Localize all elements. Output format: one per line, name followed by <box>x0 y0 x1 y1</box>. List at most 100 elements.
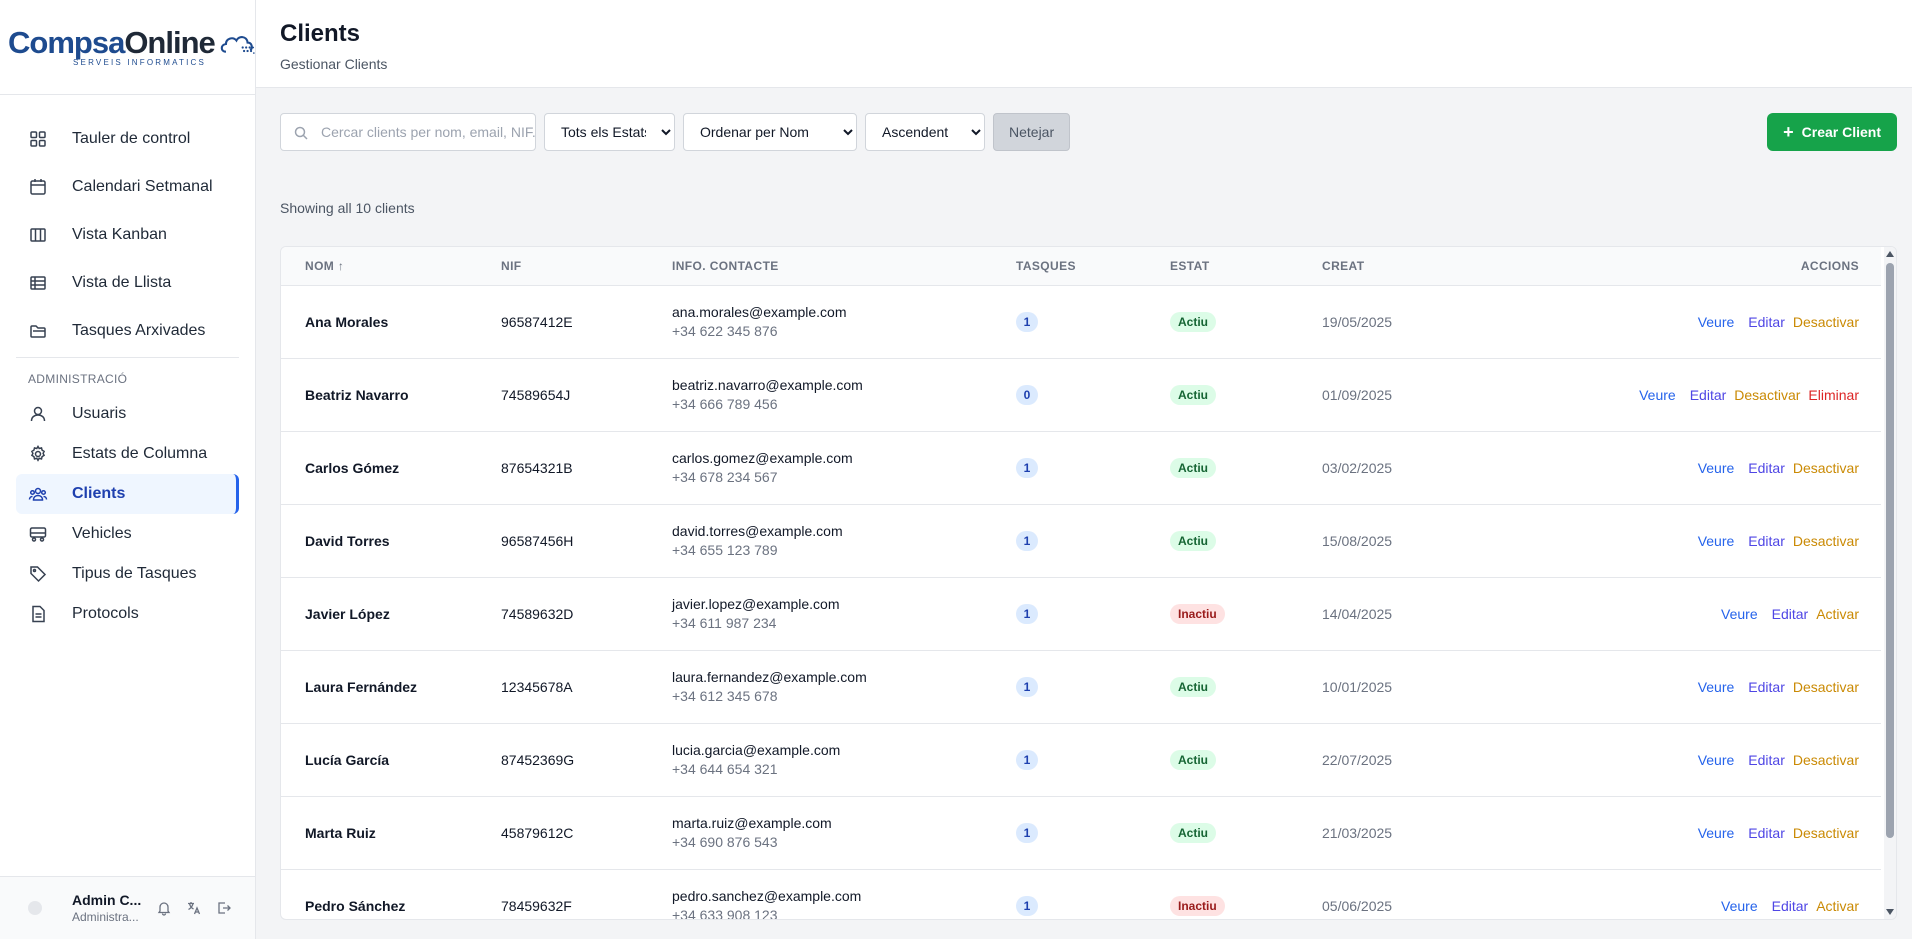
user-role: Administra... <box>72 910 139 924</box>
deactivate-button[interactable]: Desactivar <box>1793 533 1859 549</box>
status-badge: Actiu <box>1170 676 1216 697</box>
sidebar-item-label: Tauler de control <box>72 130 191 147</box>
activate-button[interactable]: Activar <box>1816 898 1859 914</box>
view-button[interactable]: Veure <box>1698 825 1735 841</box>
client-phone: +34 612 345 678 <box>672 688 778 704</box>
deactivate-button[interactable]: Desactivar <box>1793 460 1859 476</box>
client-nif: 74589654J <box>501 358 672 432</box>
bell-icon[interactable] <box>156 900 172 916</box>
view-button[interactable]: Veure <box>1698 752 1735 768</box>
sidebar: CompsaOnline SERVEIS INFORMATICS Tauler … <box>0 0 256 939</box>
client-email: beatriz.navarro@example.com <box>672 377 863 393</box>
table-row: Lucía García 87452369G lucia.garcia@exampl… <box>281 723 1881 797</box>
edit-button[interactable]: Editar <box>1690 387 1727 403</box>
view-button[interactable]: Veure <box>1698 679 1735 695</box>
clients-table: NOM ↑ NIF INFO. CONTACTE TASQUES ESTAT C… <box>280 246 1897 920</box>
client-email: pedro.sanchez@example.com <box>672 888 862 904</box>
created-date: 10/01/2025 <box>1322 650 1522 724</box>
view-button[interactable]: Veure <box>1639 387 1676 403</box>
avatar[interactable] <box>28 901 42 915</box>
sidebar-item-archived[interactable]: Tasques Arxivades <box>0 307 255 355</box>
created-date: 19/05/2025 <box>1322 285 1522 359</box>
sidebar-item-protocols[interactable]: Protocols <box>0 594 255 634</box>
view-button[interactable]: Veure <box>1721 898 1758 914</box>
row-actions: Veure Editar Desactivar <box>1522 504 1881 578</box>
edit-button[interactable]: Editar <box>1748 752 1785 768</box>
task-count-badge: 1 <box>1016 457 1038 478</box>
client-phone: +34 690 876 543 <box>672 834 778 850</box>
client-name: Marta Ruiz <box>281 796 501 870</box>
column-header-contact: INFO. CONTACTE <box>672 247 1016 286</box>
edit-button[interactable]: Editar <box>1748 825 1785 841</box>
sidebar-item-users[interactable]: Usuaris <box>0 394 255 434</box>
client-phone: +34 644 654 321 <box>672 761 778 777</box>
translate-icon[interactable] <box>186 900 202 916</box>
row-actions: Veure Editar Desactivar <box>1522 723 1881 797</box>
sidebar-item-calendar[interactable]: Calendari Setmanal <box>0 163 255 211</box>
client-contact: marta.ruiz@example.com +34 690 876 543 <box>672 796 1016 870</box>
edit-button[interactable]: Editar <box>1772 606 1809 622</box>
task-count-badge: 1 <box>1016 530 1038 551</box>
client-phone: +34 611 987 234 <box>672 615 777 631</box>
sidebar-item-list[interactable]: Vista de Llista <box>0 259 255 307</box>
row-actions: Veure Editar Activar <box>1522 869 1881 919</box>
users-icon <box>28 487 48 501</box>
create-client-button[interactable]: + Crear Client <box>1767 113 1897 151</box>
deactivate-button[interactable]: Desactivar <box>1793 752 1859 768</box>
status-badge: Inactiu <box>1170 895 1225 916</box>
tag-icon <box>30 566 47 583</box>
sidebar-item-task-types[interactable]: Tipus de Tasques <box>0 554 255 594</box>
main-nav: Tauler de control Calendari Setmanal Vis… <box>0 95 255 634</box>
sidebar-item-vehicles[interactable]: Vehicles <box>0 514 255 554</box>
scrollbar-thumb[interactable] <box>1886 263 1894 838</box>
client-name: Lucía García <box>281 723 501 797</box>
sidebar-item-label: Tipus de Tasques <box>72 565 197 582</box>
clear-filters-button[interactable]: Netejar <box>993 113 1071 151</box>
scroll-down-arrow-icon[interactable] <box>1886 909 1894 915</box>
client-phone: +34 633 908 123 <box>672 907 778 920</box>
sort-direction-select[interactable]: Ascendent <box>865 113 985 151</box>
edit-button[interactable]: Editar <box>1748 314 1785 330</box>
column-header-tasks: TASQUES <box>1016 247 1170 286</box>
deactivate-button[interactable]: Desactivar <box>1793 825 1859 841</box>
delete-button[interactable]: Eliminar <box>1808 387 1859 403</box>
sidebar-item-column-states[interactable]: Estats de Columna <box>0 434 255 474</box>
column-header-name[interactable]: NOM ↑ <box>281 247 501 286</box>
task-count-badge: 1 <box>1016 895 1038 916</box>
view-button[interactable]: Veure <box>1698 314 1735 330</box>
status-badge: Inactiu <box>1170 603 1225 624</box>
table-row: Ana Morales 96587412E ana.morales@example.… <box>281 285 1881 359</box>
view-button[interactable]: Veure <box>1721 606 1758 622</box>
view-button[interactable]: Veure <box>1698 533 1735 549</box>
table-scrollbar[interactable] <box>1884 247 1896 919</box>
search-icon <box>294 126 308 140</box>
sidebar-item-kanban[interactable]: Vista Kanban <box>0 211 255 259</box>
status-badge: Actiu <box>1170 530 1216 551</box>
sidebar-item-label: Estats de Columna <box>72 445 208 462</box>
logout-icon[interactable] <box>216 900 232 916</box>
deactivate-button[interactable]: Desactivar <box>1793 314 1859 330</box>
sidebar-item-dashboard[interactable]: Tauler de control <box>0 115 255 163</box>
logo[interactable]: CompsaOnline SERVEIS INFORMATICS <box>0 0 255 95</box>
client-nif: 87452369G <box>501 723 672 797</box>
view-button[interactable]: Veure <box>1698 460 1735 476</box>
edit-button[interactable]: Editar <box>1748 679 1785 695</box>
table-row: Carlos Gómez 87654321B carlos.gomez@exampl… <box>281 431 1881 505</box>
search-input[interactable] <box>281 114 535 150</box>
client-name: Laura Fernández <box>281 650 501 724</box>
deactivate-button[interactable]: Desactivar <box>1734 387 1800 403</box>
sort-by-select[interactable]: Ordenar per Nom <box>683 113 857 151</box>
sidebar-item-label: Vista de Llista <box>72 274 172 291</box>
client-email: marta.ruiz@example.com <box>672 815 832 831</box>
status-filter-select[interactable]: Tots els Estats <box>544 113 675 151</box>
scroll-up-arrow-icon[interactable] <box>1886 251 1894 257</box>
sidebar-item-clients[interactable]: Clients <box>16 474 239 514</box>
activate-button[interactable]: Activar <box>1816 606 1859 622</box>
sidebar-item-label: Tasques Arxivades <box>72 322 206 339</box>
edit-button[interactable]: Editar <box>1748 460 1785 476</box>
search-box <box>280 113 536 151</box>
edit-button[interactable]: Editar <box>1748 533 1785 549</box>
deactivate-button[interactable]: Desactivar <box>1793 679 1859 695</box>
edit-button[interactable]: Editar <box>1772 898 1809 914</box>
status-badge: Actiu <box>1170 749 1216 770</box>
